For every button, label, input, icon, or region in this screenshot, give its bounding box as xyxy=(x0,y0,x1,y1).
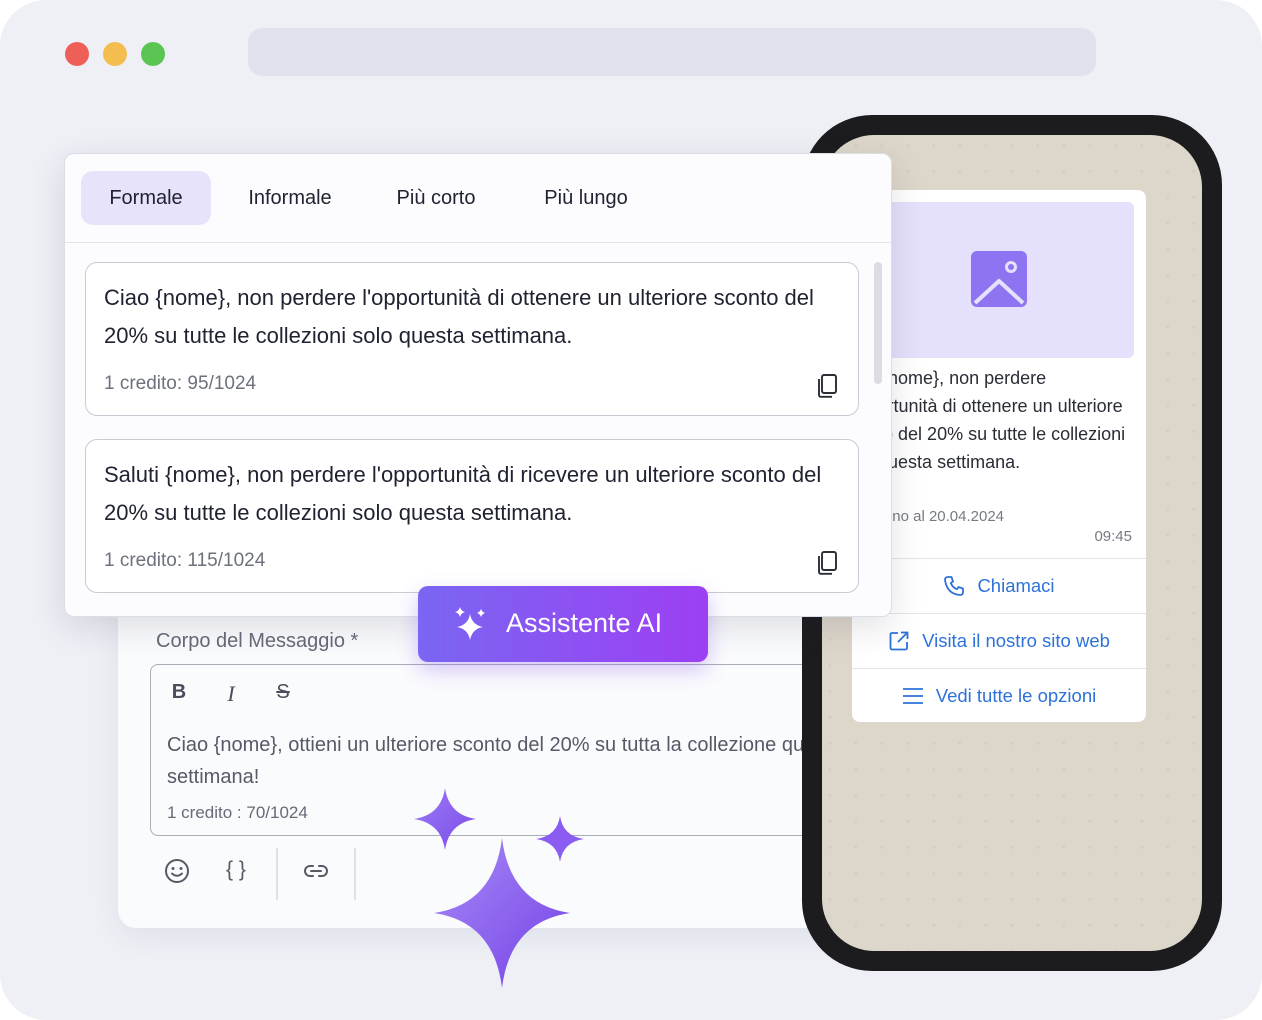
sparkles-icon xyxy=(454,606,488,649)
visit-website-button[interactable]: Visita il nostro sito web xyxy=(852,613,1146,668)
tab-piu-corto[interactable]: Più corto xyxy=(371,171,501,225)
suggestion-text: Ciao {nome}, non perdere l'opportunità d… xyxy=(104,285,814,348)
toolbar-divider xyxy=(276,848,278,900)
close-window-button[interactable] xyxy=(65,42,89,66)
toolbar-divider xyxy=(354,848,356,900)
ai-assistant-label: Assistente AI xyxy=(506,608,663,638)
sparkle-star-icon xyxy=(434,838,570,988)
address-bar[interactable] xyxy=(248,28,1096,76)
browser-frame: Corpo del Messaggio * B I S Ciao {nome},… xyxy=(0,0,1262,1020)
suggestion-card[interactable]: Saluti {nome}, non perdere l'opportunità… xyxy=(85,439,859,593)
bold-button[interactable]: B xyxy=(167,681,191,704)
emoji-icon[interactable] xyxy=(164,858,190,890)
see-all-options-button[interactable]: Vedi tutte le opzioni xyxy=(852,668,1146,722)
suggestion-credit-counter: 1 credito: 95/1024 xyxy=(104,373,257,394)
copy-icon[interactable] xyxy=(816,550,838,581)
phone-icon xyxy=(943,575,965,597)
tab-formale[interactable]: Formale xyxy=(81,171,211,225)
external-link-icon xyxy=(888,630,910,652)
tab-piu-lungo[interactable]: Più lungo xyxy=(521,171,651,225)
ai-assistant-button[interactable]: Assistente AI xyxy=(418,586,708,662)
suggestions-scrollbar[interactable] xyxy=(874,262,882,384)
list-icon xyxy=(902,686,924,706)
preview-message-text: Ciao {nome}, non perdere l'opportunità d… xyxy=(852,368,1126,472)
call-button-label: Chiamaci xyxy=(977,575,1055,596)
tab-informale[interactable]: Informale xyxy=(225,171,355,225)
media-placeholder xyxy=(852,202,1134,358)
copy-icon[interactable] xyxy=(816,373,838,404)
suggestion-credit-counter: 1 credito: 115/1024 xyxy=(104,550,266,571)
link-icon[interactable] xyxy=(302,858,330,890)
message-bubble: Ciao {nome}, non perdere l'opportunità d… xyxy=(852,190,1146,722)
call-button[interactable]: Chiamaci xyxy=(852,558,1146,613)
minimize-window-button[interactable] xyxy=(103,42,127,66)
suggestion-card[interactable]: Ciao {nome}, non perdere l'opportunità d… xyxy=(85,262,859,416)
message-body-input[interactable]: B I S Ciao {nome}, ottieni un ulteriore … xyxy=(150,664,852,836)
image-icon xyxy=(970,250,1028,313)
preview-timestamp: 09:45 xyxy=(1094,528,1132,545)
maximize-window-button[interactable] xyxy=(141,42,165,66)
variables-icon[interactable]: { } xyxy=(226,858,246,882)
strikethrough-button[interactable]: S xyxy=(271,681,295,704)
visit-website-label: Visita il nostro sito web xyxy=(922,630,1110,651)
tone-tabs: Formale Informale Più corto Più lungo xyxy=(65,154,891,243)
message-body-text[interactable]: Ciao {nome}, ottieni un ulteriore sconto… xyxy=(167,729,851,793)
see-all-options-label: Vedi tutte le opzioni xyxy=(935,685,1097,706)
message-credit-counter: 1 credito : 70/1024 xyxy=(167,803,308,822)
suggestion-text: Saluti {nome}, non perdere l'opportunità… xyxy=(104,462,822,525)
message-body-label: Corpo del Messaggio * xyxy=(156,630,359,652)
italic-button[interactable]: I xyxy=(219,681,243,707)
ai-suggestions-panel: Formale Informale Più corto Più lungo Ci… xyxy=(64,153,892,617)
